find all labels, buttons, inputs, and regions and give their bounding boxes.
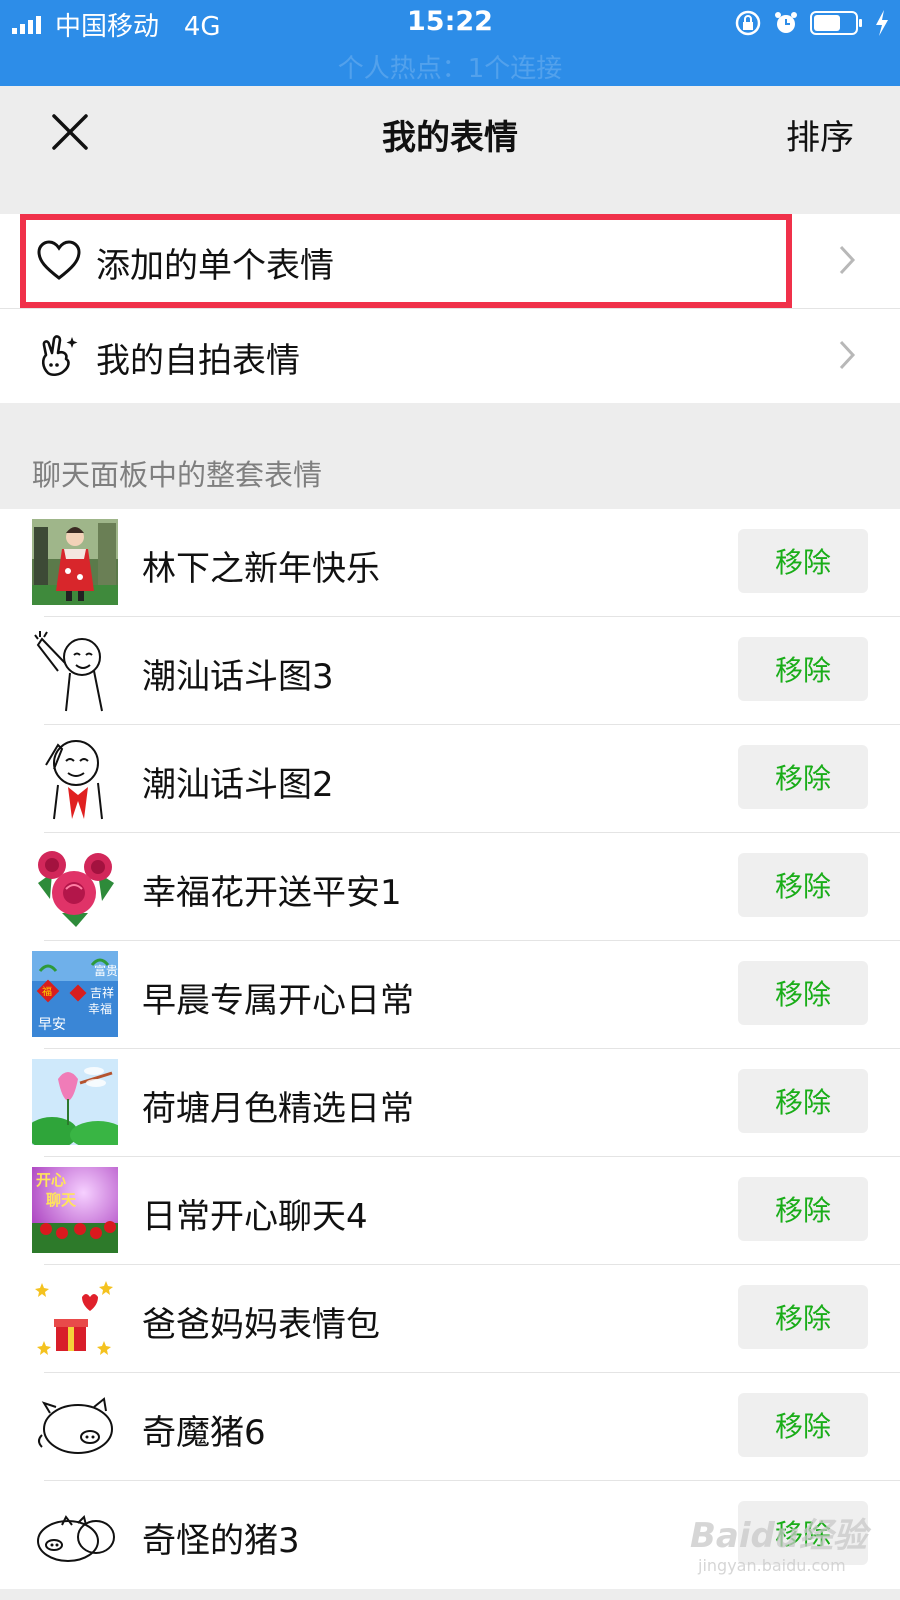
pack-thumbnail: 开心 聊天 — [32, 1167, 118, 1253]
list-item: 荷塘月色精选日常 移除 — [0, 1049, 900, 1157]
list-item: 潮汕话斗图2 移除 — [0, 725, 900, 833]
pack-name: 奇怪的猪3 — [142, 1521, 300, 1561]
remove-button[interactable]: 移除 — [738, 745, 868, 809]
remove-button[interactable]: 移除 — [738, 637, 868, 701]
status-bar: 中国移动 4G 15:22 个人热点：1个连接 — [0, 0, 900, 86]
pack-name: 潮汕话斗图2 — [142, 765, 334, 805]
status-icons — [734, 8, 890, 38]
pack-thumbnail — [32, 627, 118, 713]
selfie-hand-icon — [41, 335, 78, 377]
list-item: 富贵 吉祥 幸福 早安 福 早晨专属开心日常 移除 — [0, 941, 900, 1049]
pack-name: 日常开心聊天4 — [142, 1197, 368, 1237]
page-title: 我的表情 — [382, 118, 518, 158]
thumb-text: 早安 — [38, 1016, 66, 1032]
remove-button[interactable]: 移除 — [738, 529, 868, 593]
added-stickers-entry[interactable]: 添加的单个表情 — [0, 214, 900, 308]
thumb-text: 福 — [42, 985, 52, 998]
pack-thumbnail — [32, 735, 118, 821]
selfie-stickers-entry[interactable]: 我的自拍表情 — [0, 308, 900, 403]
charging-icon — [876, 10, 888, 36]
pack-thumbnail — [32, 1059, 118, 1145]
list-item: 潮汕话斗图3 移除 — [0, 617, 900, 725]
pack-name: 早晨专属开心日常 — [142, 981, 414, 1021]
list-item: 林下之新年快乐 移除 — [0, 509, 900, 617]
pack-thumbnail — [32, 519, 118, 605]
hotspot-banner: 个人热点：1个连接 — [337, 54, 563, 84]
remove-button[interactable]: 移除 — [738, 1393, 868, 1457]
battery-icon — [810, 11, 862, 35]
pack-thumbnail: 富贵 吉祥 幸福 早安 福 — [32, 951, 118, 1037]
nav-bar: 我的表情 排序 — [0, 86, 900, 182]
pack-name: 荷塘月色精选日常 — [142, 1089, 414, 1129]
list-item: 奇魔猪6 移除 — [0, 1373, 900, 1481]
list-item: 爸爸妈妈表情包 移除 — [0, 1265, 900, 1373]
remove-button[interactable]: 移除 — [738, 1285, 868, 1349]
rotation-lock-icon — [735, 10, 761, 36]
entry-group: 添加的单个表情 我的自拍表情 — [0, 214, 900, 403]
pack-name: 爸爸妈妈表情包 — [142, 1305, 380, 1345]
pack-thumbnail — [32, 1383, 118, 1469]
thumb-text: 开心 — [36, 1172, 66, 1189]
chevron-right-icon — [839, 245, 856, 275]
pack-thumbnail — [32, 843, 118, 929]
remove-button[interactable]: 移除 — [738, 961, 868, 1025]
heart-icon — [37, 240, 81, 280]
remove-button[interactable]: 移除 — [738, 853, 868, 917]
chevron-right-icon — [839, 340, 856, 370]
sort-button[interactable]: 排序 — [786, 110, 854, 159]
pack-name: 林下之新年快乐 — [142, 549, 380, 589]
pack-name: 幸福花开送平安1 — [142, 873, 402, 913]
list-item: 奇怪的猪3 移除 — [0, 1481, 900, 1589]
pack-name: 潮汕话斗图3 — [142, 657, 334, 697]
alarm-icon — [775, 12, 797, 33]
entry-label: 添加的单个表情 — [96, 246, 334, 286]
thumb-text: 幸福 — [88, 1001, 112, 1016]
sticker-pack-list: 林下之新年快乐 移除 潮汕话斗图3 移除 潮汕话斗图2 移除 幸福花开送平安1 … — [0, 509, 900, 1589]
pack-thumbnail — [32, 1275, 118, 1361]
remove-button[interactable]: 移除 — [738, 1069, 868, 1133]
thumb-text: 聊天 — [46, 1191, 77, 1209]
pack-thumbnail — [32, 1491, 118, 1577]
entry-label: 我的自拍表情 — [96, 341, 300, 381]
thumb-text: 富贵 — [94, 963, 118, 978]
remove-button[interactable]: 移除 — [738, 1501, 868, 1565]
pack-name: 奇魔猪6 — [142, 1413, 266, 1453]
list-item: 开心 聊天 日常开心聊天4 移除 — [0, 1157, 900, 1265]
section-header: 聊天面板中的整套表情 — [32, 458, 323, 492]
list-item: 幸福花开送平安1 移除 — [0, 833, 900, 941]
remove-button[interactable]: 移除 — [738, 1177, 868, 1241]
thumb-text: 吉祥 — [90, 986, 114, 1000]
